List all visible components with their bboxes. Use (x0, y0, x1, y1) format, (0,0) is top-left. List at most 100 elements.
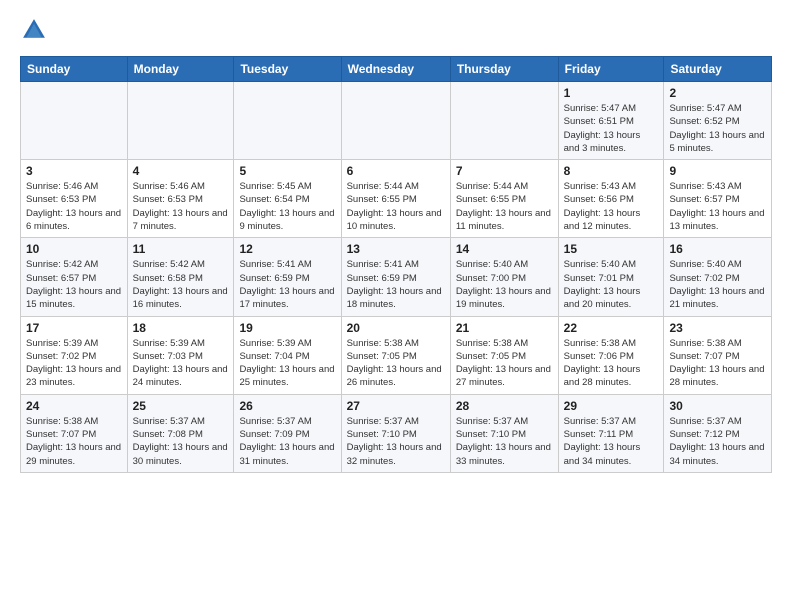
day-info: Sunrise: 5:47 AMSunset: 6:51 PMDaylight:… (564, 102, 659, 155)
day-info: Sunrise: 5:43 AMSunset: 6:56 PMDaylight:… (564, 180, 659, 233)
day-cell: 20 Sunrise: 5:38 AMSunset: 7:05 PMDayligh… (341, 316, 450, 394)
weekday-header-saturday: Saturday (664, 57, 772, 82)
day-number: 10 (26, 242, 122, 256)
day-cell: 6 Sunrise: 5:44 AMSunset: 6:55 PMDaylight… (341, 160, 450, 238)
day-cell (234, 82, 341, 160)
day-cell: 3 Sunrise: 5:46 AMSunset: 6:53 PMDaylight… (21, 160, 128, 238)
weekday-header-monday: Monday (127, 57, 234, 82)
day-number: 16 (669, 242, 766, 256)
day-number: 21 (456, 321, 553, 335)
weekday-header-row: SundayMondayTuesdayWednesdayThursdayFrid… (21, 57, 772, 82)
day-number: 11 (133, 242, 229, 256)
day-info: Sunrise: 5:38 AMSunset: 7:07 PMDaylight:… (26, 415, 122, 468)
day-number: 15 (564, 242, 659, 256)
day-number: 20 (347, 321, 445, 335)
day-number: 30 (669, 399, 766, 413)
day-info: Sunrise: 5:37 AMSunset: 7:09 PMDaylight:… (239, 415, 335, 468)
weekday-header-friday: Friday (558, 57, 664, 82)
day-info: Sunrise: 5:44 AMSunset: 6:55 PMDaylight:… (347, 180, 445, 233)
day-number: 23 (669, 321, 766, 335)
day-info: Sunrise: 5:45 AMSunset: 6:54 PMDaylight:… (239, 180, 335, 233)
header (20, 16, 772, 44)
day-info: Sunrise: 5:37 AMSunset: 7:08 PMDaylight:… (133, 415, 229, 468)
day-cell: 5 Sunrise: 5:45 AMSunset: 6:54 PMDaylight… (234, 160, 341, 238)
day-number: 18 (133, 321, 229, 335)
day-info: Sunrise: 5:40 AMSunset: 7:00 PMDaylight:… (456, 258, 553, 311)
day-number: 2 (669, 86, 766, 100)
day-number: 26 (239, 399, 335, 413)
day-cell: 15 Sunrise: 5:40 AMSunset: 7:01 PMDayligh… (558, 238, 664, 316)
day-number: 9 (669, 164, 766, 178)
day-info: Sunrise: 5:37 AMSunset: 7:12 PMDaylight:… (669, 415, 766, 468)
weekday-header-wednesday: Wednesday (341, 57, 450, 82)
day-cell: 28 Sunrise: 5:37 AMSunset: 7:10 PMDayligh… (450, 394, 558, 472)
day-info: Sunrise: 5:37 AMSunset: 7:10 PMDaylight:… (347, 415, 445, 468)
day-number: 28 (456, 399, 553, 413)
page: SundayMondayTuesdayWednesdayThursdayFrid… (0, 0, 792, 493)
day-cell (450, 82, 558, 160)
day-info: Sunrise: 5:38 AMSunset: 7:05 PMDaylight:… (347, 337, 445, 390)
day-info: Sunrise: 5:38 AMSunset: 7:07 PMDaylight:… (669, 337, 766, 390)
day-number: 3 (26, 164, 122, 178)
weekday-header-sunday: Sunday (21, 57, 128, 82)
day-info: Sunrise: 5:38 AMSunset: 7:06 PMDaylight:… (564, 337, 659, 390)
day-info: Sunrise: 5:41 AMSunset: 6:59 PMDaylight:… (347, 258, 445, 311)
day-cell: 23 Sunrise: 5:38 AMSunset: 7:07 PMDayligh… (664, 316, 772, 394)
day-number: 13 (347, 242, 445, 256)
day-number: 19 (239, 321, 335, 335)
day-cell: 7Sunrise: 5:44 AMSunset: 6:55 PMDaylight… (450, 160, 558, 238)
day-cell: 12 Sunrise: 5:41 AMSunset: 6:59 PMDayligh… (234, 238, 341, 316)
logo (20, 16, 52, 44)
day-cell: 24 Sunrise: 5:38 AMSunset: 7:07 PMDayligh… (21, 394, 128, 472)
day-cell: 10 Sunrise: 5:42 AMSunset: 6:57 PMDayligh… (21, 238, 128, 316)
day-number: 14 (456, 242, 553, 256)
day-number: 25 (133, 399, 229, 413)
day-info: Sunrise: 5:42 AMSunset: 6:58 PMDaylight:… (133, 258, 229, 311)
day-cell: 11 Sunrise: 5:42 AMSunset: 6:58 PMDayligh… (127, 238, 234, 316)
day-cell: 25 Sunrise: 5:37 AMSunset: 7:08 PMDayligh… (127, 394, 234, 472)
day-number: 5 (239, 164, 335, 178)
day-number: 24 (26, 399, 122, 413)
day-info: Sunrise: 5:43 AMSunset: 6:57 PMDaylight:… (669, 180, 766, 233)
day-number: 17 (26, 321, 122, 335)
logo-icon (20, 16, 48, 44)
day-cell (21, 82, 128, 160)
day-info: Sunrise: 5:42 AMSunset: 6:57 PMDaylight:… (26, 258, 122, 311)
day-cell: 17Sunrise: 5:39 AMSunset: 7:02 PMDayligh… (21, 316, 128, 394)
day-info: Sunrise: 5:39 AMSunset: 7:04 PMDaylight:… (239, 337, 335, 390)
day-info: Sunrise: 5:46 AMSunset: 6:53 PMDaylight:… (133, 180, 229, 233)
day-cell: 19 Sunrise: 5:39 AMSunset: 7:04 PMDayligh… (234, 316, 341, 394)
week-row-4: 17Sunrise: 5:39 AMSunset: 7:02 PMDayligh… (21, 316, 772, 394)
day-info: Sunrise: 5:47 AMSunset: 6:52 PMDaylight:… (669, 102, 766, 155)
day-number: 1 (564, 86, 659, 100)
day-info: Sunrise: 5:40 AMSunset: 7:01 PMDaylight:… (564, 258, 659, 311)
day-number: 6 (347, 164, 445, 178)
day-number: 29 (564, 399, 659, 413)
week-row-5: 24 Sunrise: 5:38 AMSunset: 7:07 PMDayligh… (21, 394, 772, 472)
day-cell: 14 Sunrise: 5:40 AMSunset: 7:00 PMDayligh… (450, 238, 558, 316)
day-cell: 21Sunrise: 5:38 AMSunset: 7:05 PMDayligh… (450, 316, 558, 394)
day-info: Sunrise: 5:37 AMSunset: 7:11 PMDaylight:… (564, 415, 659, 468)
day-cell: 9 Sunrise: 5:43 AMSunset: 6:57 PMDaylight… (664, 160, 772, 238)
day-number: 4 (133, 164, 229, 178)
day-cell: 27 Sunrise: 5:37 AMSunset: 7:10 PMDayligh… (341, 394, 450, 472)
week-row-3: 10 Sunrise: 5:42 AMSunset: 6:57 PMDayligh… (21, 238, 772, 316)
day-info: Sunrise: 5:37 AMSunset: 7:10 PMDaylight:… (456, 415, 553, 468)
day-number: 27 (347, 399, 445, 413)
day-cell: 1 Sunrise: 5:47 AMSunset: 6:51 PMDaylight… (558, 82, 664, 160)
day-cell: 2 Sunrise: 5:47 AMSunset: 6:52 PMDaylight… (664, 82, 772, 160)
day-number: 22 (564, 321, 659, 335)
week-row-2: 3 Sunrise: 5:46 AMSunset: 6:53 PMDaylight… (21, 160, 772, 238)
day-cell: 22 Sunrise: 5:38 AMSunset: 7:06 PMDayligh… (558, 316, 664, 394)
weekday-header-tuesday: Tuesday (234, 57, 341, 82)
day-info: Sunrise: 5:40 AMSunset: 7:02 PMDaylight:… (669, 258, 766, 311)
day-cell (127, 82, 234, 160)
day-info: Sunrise: 5:46 AMSunset: 6:53 PMDaylight:… (26, 180, 122, 233)
day-info: Sunrise: 5:39 AMSunset: 7:03 PMDaylight:… (133, 337, 229, 390)
day-cell: 18 Sunrise: 5:39 AMSunset: 7:03 PMDayligh… (127, 316, 234, 394)
day-number: 12 (239, 242, 335, 256)
day-info: Sunrise: 5:41 AMSunset: 6:59 PMDaylight:… (239, 258, 335, 311)
day-cell: 26 Sunrise: 5:37 AMSunset: 7:09 PMDayligh… (234, 394, 341, 472)
week-row-1: 1 Sunrise: 5:47 AMSunset: 6:51 PMDaylight… (21, 82, 772, 160)
weekday-header-thursday: Thursday (450, 57, 558, 82)
